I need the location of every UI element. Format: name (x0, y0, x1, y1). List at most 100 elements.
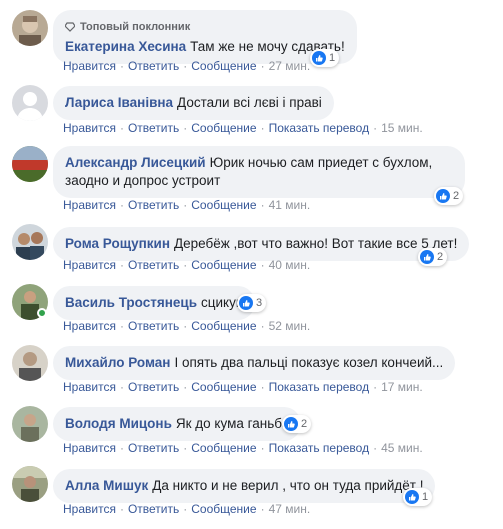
separator: · (373, 121, 378, 135)
comment-author[interactable]: Рома Рощупкин (65, 236, 170, 251)
avatar[interactable] (12, 345, 48, 381)
comment-actions: Нравится · Ответить · Сообщение · 52 мин. (63, 319, 310, 333)
comment-time[interactable]: 47 мин. (269, 502, 311, 516)
separator: · (119, 258, 124, 272)
message-button[interactable]: Сообщение (191, 258, 256, 272)
translate-button[interactable]: Показать перевод (269, 121, 370, 135)
reply-button[interactable]: Ответить (128, 258, 179, 272)
reaction-count[interactable]: 1 (310, 49, 340, 67)
comment-author[interactable]: Лариса Іванівна (65, 95, 173, 110)
comment-author[interactable]: Алла Мишук (65, 478, 148, 493)
separator: · (183, 380, 188, 394)
like-reaction-icon (420, 250, 434, 264)
message-button[interactable]: Сообщение (191, 441, 256, 455)
reply-button[interactable]: Ответить (128, 380, 179, 394)
like-button[interactable]: Нравится (63, 258, 116, 272)
badge-label: Топовый поклонник (80, 21, 191, 33)
comment-time[interactable]: 17 мин. (381, 380, 423, 394)
avatar[interactable] (12, 146, 48, 182)
comment-text: Да никто и не верил , что он туда прийдё… (152, 478, 424, 493)
reply-button[interactable]: Ответить (128, 319, 179, 333)
comment-text: Достали всі лєві і праві (177, 95, 322, 110)
separator: · (373, 380, 378, 394)
comment-author[interactable]: Володя Мицонь (65, 416, 172, 431)
comment-time[interactable]: 52 мин. (269, 319, 311, 333)
comment-time[interactable]: 15 мин. (381, 121, 423, 135)
like-reaction-icon (312, 51, 326, 65)
like-button[interactable]: Нравится (63, 198, 116, 212)
avatar[interactable] (12, 466, 48, 502)
separator: · (183, 59, 188, 73)
reaction-count[interactable]: 2 (282, 415, 312, 433)
separator: · (260, 319, 265, 333)
like-button[interactable]: Нравится (63, 380, 116, 394)
online-indicator (37, 308, 47, 318)
translate-button[interactable]: Показать перевод (269, 441, 370, 455)
comment-bubble: Василь Тростянець сцикун (53, 286, 256, 320)
comment-actions: Нравится · Ответить · Сообщение · 40 мин. (63, 258, 310, 272)
separator: · (119, 441, 124, 455)
comment-bubble: Александр Лисецкий Юрик ночью сам приедет… (53, 146, 465, 198)
like-reaction-icon (239, 296, 253, 310)
reply-button[interactable]: Ответить (128, 441, 179, 455)
separator: · (119, 380, 124, 394)
like-reaction-icon (284, 417, 298, 431)
diamond-icon (65, 22, 75, 32)
like-reaction-icon (436, 189, 450, 203)
avatar[interactable] (12, 10, 48, 46)
comment-author[interactable]: Александр Лисецкий (65, 155, 206, 170)
separator: · (119, 502, 124, 516)
avatar[interactable] (12, 85, 48, 121)
comment-actions: Нравится · Ответить · Сообщение · Показать пер… (63, 380, 423, 394)
separator: · (183, 319, 188, 333)
reaction-count[interactable]: 1 (403, 488, 433, 506)
comment-time[interactable]: 40 мин. (269, 258, 311, 272)
top-fan-badge: Топовый поклонник (65, 18, 345, 36)
comment-author[interactable]: Михайло Роман (65, 355, 170, 370)
comment-actions: Нравится · Ответить · Сообщение · 47 мин. (63, 502, 310, 516)
reaction-count[interactable]: 2 (434, 187, 464, 205)
reaction-number: 3 (256, 297, 263, 309)
separator: · (119, 319, 124, 333)
like-button[interactable]: Нравится (63, 59, 116, 73)
separator: · (119, 198, 124, 212)
like-button[interactable]: Нравится (63, 502, 116, 516)
reaction-count[interactable]: 2 (418, 248, 448, 266)
reply-button[interactable]: Ответить (128, 59, 179, 73)
message-button[interactable]: Сообщение (191, 502, 256, 516)
separator: · (183, 121, 188, 135)
message-button[interactable]: Сообщение (191, 121, 256, 135)
translate-button[interactable]: Показать перевод (269, 380, 370, 394)
like-button[interactable]: Нравится (63, 121, 116, 135)
like-reaction-icon (405, 490, 419, 504)
separator: · (260, 198, 265, 212)
message-button[interactable]: Сообщение (191, 319, 256, 333)
reaction-count[interactable]: 3 (237, 294, 267, 312)
separator: · (183, 502, 188, 516)
comment-time[interactable]: 27 мин. (269, 59, 311, 73)
comment-time[interactable]: 41 мин. (269, 198, 311, 212)
message-button[interactable]: Сообщение (191, 198, 256, 212)
like-button[interactable]: Нравится (63, 319, 116, 333)
comment-actions: Нравится · Ответить · Сообщение · 41 мин. (63, 198, 310, 212)
comment-text: Деребёж ,вот что важно! Вот такие все 5 … (173, 236, 458, 251)
avatar[interactable] (12, 406, 48, 442)
reply-button[interactable]: Ответить (128, 502, 179, 516)
separator: · (183, 441, 188, 455)
reply-button[interactable]: Ответить (128, 121, 179, 135)
comment-author[interactable]: Екатерина Хесина (65, 39, 186, 54)
separator: · (260, 121, 265, 135)
comment-text: Як до кума ганьба (175, 416, 290, 431)
reply-button[interactable]: Ответить (128, 198, 179, 212)
comment-author[interactable]: Василь Тростянець (65, 295, 197, 310)
avatar[interactable] (12, 224, 48, 260)
separator: · (183, 258, 188, 272)
message-button[interactable]: Сообщение (191, 59, 256, 73)
comment-time[interactable]: 45 мин. (381, 441, 423, 455)
like-button[interactable]: Нравится (63, 441, 116, 455)
separator: · (260, 380, 265, 394)
comment-actions: Нравится · Ответить · Сообщение · Показать пер… (63, 441, 423, 455)
comment-bubble: Лариса Іванівна Достали всі лєві і праві (53, 86, 334, 120)
reaction-number: 2 (453, 190, 460, 202)
message-button[interactable]: Сообщение (191, 380, 256, 394)
